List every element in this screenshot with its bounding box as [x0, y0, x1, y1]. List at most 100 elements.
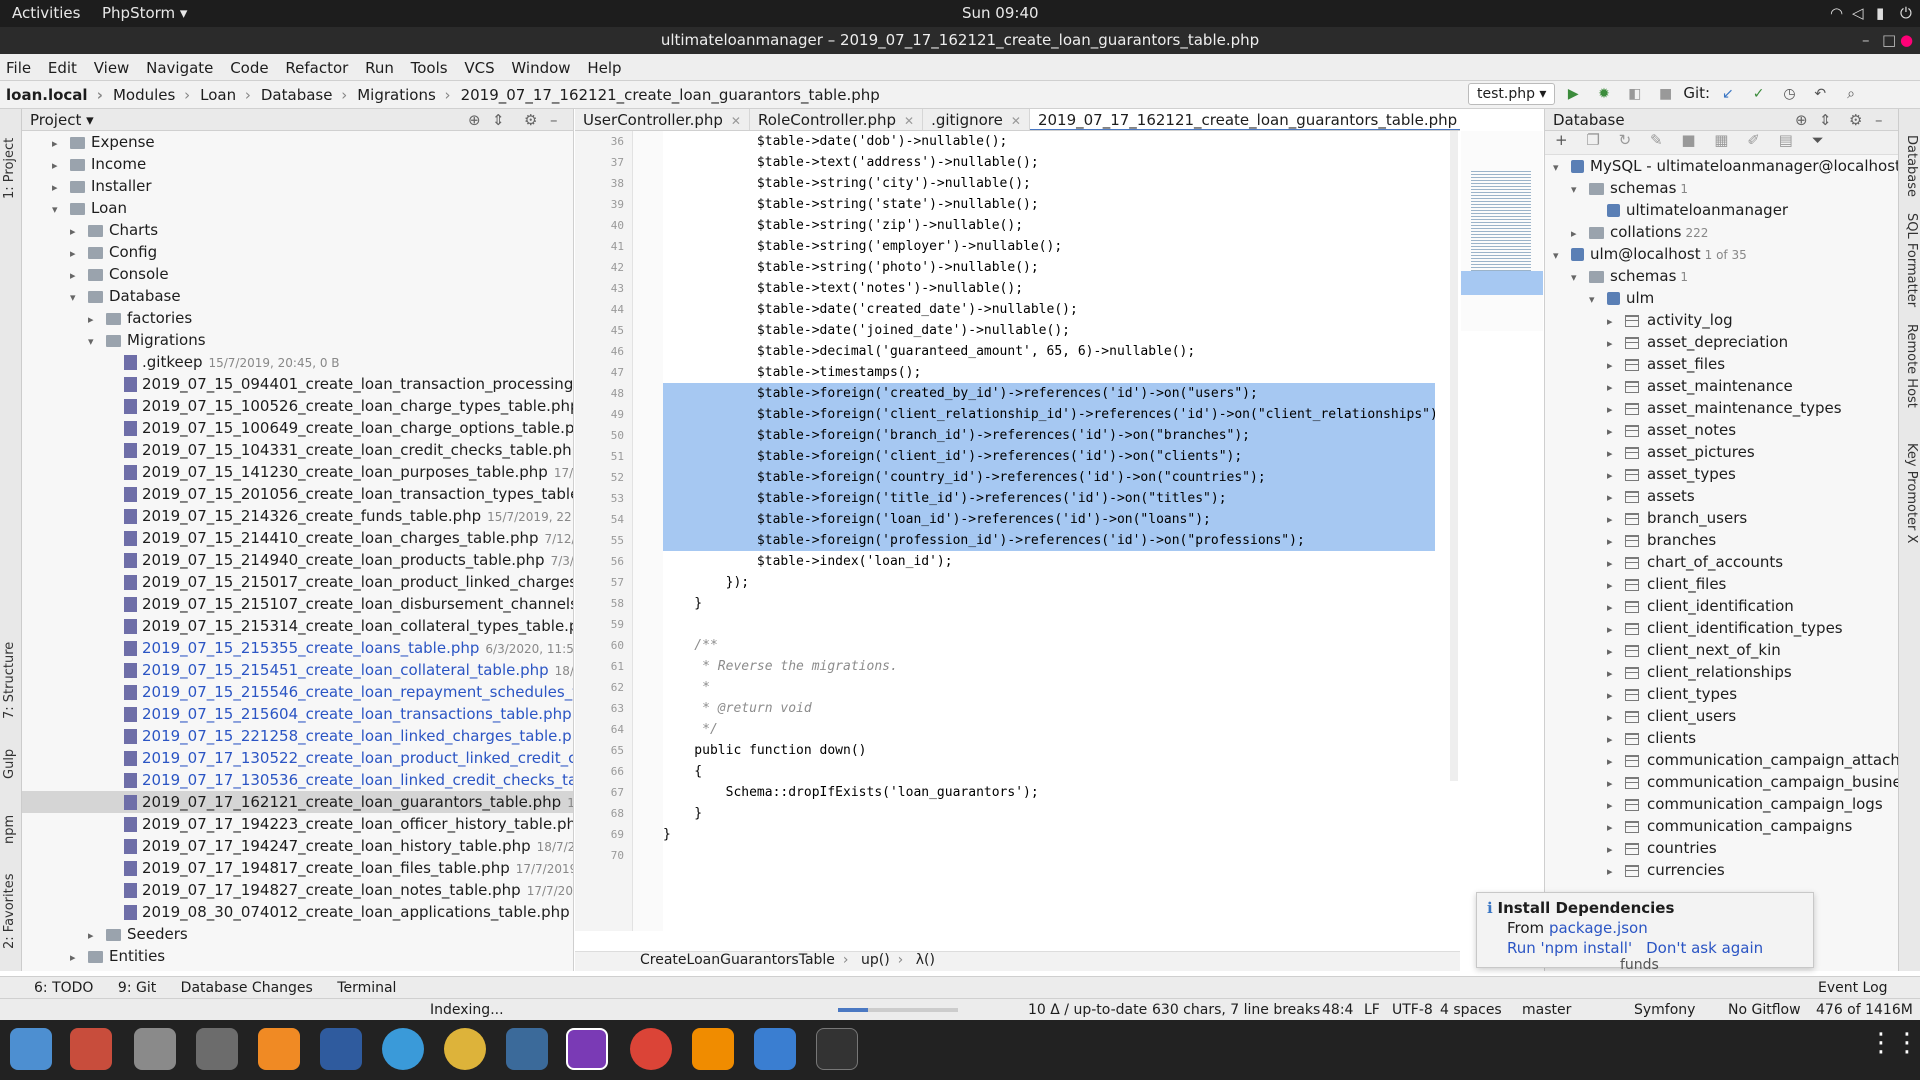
history-icon[interactable]: ◷	[1781, 86, 1797, 102]
git-tool-button[interactable]: 9: Git	[108, 977, 166, 996]
db-tree-item[interactable]: ▸ client_identification	[1545, 595, 1898, 617]
code-line[interactable]: $table->text('address')->nullable();	[663, 152, 1435, 173]
close-icon[interactable]: ●	[1900, 27, 1913, 54]
code-line[interactable]: $table->date('joined_date')->nullable();	[663, 320, 1435, 341]
gear-icon[interactable]: ⚙	[524, 111, 537, 129]
code-line[interactable]: $table->text('notes')->nullable();	[663, 278, 1435, 299]
db-collapse-icon[interactable]: ⇕	[1819, 111, 1832, 129]
db-gear-icon[interactable]: ⚙	[1849, 111, 1862, 129]
code-line[interactable]: }	[663, 824, 1435, 845]
tree-item[interactable]: 2019_07_17_194223_create_loan_officer_hi…	[22, 813, 573, 835]
dont-ask-again-link[interactable]: Don't ask again	[1646, 939, 1763, 957]
db-tree-arrow-icon[interactable]: ▸	[1607, 751, 1619, 771]
tree-arrow-icon[interactable]: ▾	[88, 331, 100, 351]
code-line[interactable]: Schema::dropIfExists('loan_guarantors');	[663, 782, 1435, 803]
menu-edit[interactable]: Edit	[42, 54, 83, 77]
code-crumb-class[interactable]: CreateLoanGuarantorsTable	[640, 952, 835, 968]
tree-item[interactable]: 2019_07_15_214940_create_loan_products_t…	[22, 549, 573, 571]
db-tree-item[interactable]: ▸ asset_depreciation	[1545, 331, 1898, 353]
sql-formatter-tool-button[interactable]: SQL Formatter	[1904, 213, 1919, 307]
file-encoding[interactable]: UTF-8	[1392, 1002, 1433, 1018]
vlc-icon[interactable]	[692, 1028, 734, 1070]
db-tree-arrow-icon[interactable]: ▸	[1607, 553, 1619, 573]
db-tree-arrow-icon[interactable]: ▸	[1607, 729, 1619, 749]
tree-item[interactable]: ▾ Database	[22, 285, 573, 307]
run-config-select[interactable]: test.php ▾	[1468, 83, 1556, 105]
add-icon[interactable]: +	[1555, 131, 1568, 149]
db-tree-item[interactable]: ▸ asset_pictures	[1545, 441, 1898, 463]
todo-tool-button[interactable]: 6: TODO	[24, 977, 103, 996]
remote-host-tool-button[interactable]: Remote Host	[1904, 324, 1919, 408]
clock[interactable]: Sun 09:40	[962, 4, 1039, 22]
db-tree-arrow-icon[interactable]: ▸	[1607, 443, 1619, 463]
code-line[interactable]	[663, 845, 1435, 866]
menu-vcs[interactable]: VCS	[458, 54, 500, 77]
tree-item[interactable]: .gitkeep 15/7/2019, 20:45, 0 B	[22, 351, 573, 373]
stop-icon[interactable]: ■	[1658, 86, 1674, 102]
tree-arrow-icon[interactable]: ▸	[70, 243, 82, 263]
tree-arrow-icon[interactable]: ▸	[88, 925, 100, 945]
tree-arrow-icon[interactable]: ▸	[88, 309, 100, 329]
db-tree-item[interactable]: ▸ asset_notes	[1545, 419, 1898, 441]
tree-arrow-icon[interactable]: ▸	[52, 177, 64, 197]
db-tree-item[interactable]: ▸ client_users	[1545, 705, 1898, 727]
gitflow-status[interactable]: No Gitflow	[1728, 1002, 1801, 1018]
db-tree-item[interactable]: ▸ asset_maintenance	[1545, 375, 1898, 397]
transmission-icon[interactable]	[754, 1028, 796, 1070]
chrome-icon[interactable]	[630, 1028, 672, 1070]
db-tree-item[interactable]: ▸ countries	[1545, 837, 1898, 859]
sublime-icon[interactable]	[258, 1028, 300, 1070]
code-line[interactable]: * @return void	[663, 698, 1435, 719]
tree-arrow-icon[interactable]: ▸	[52, 155, 64, 175]
rollback-icon[interactable]: ↶	[1812, 86, 1828, 102]
db-tree-arrow-icon[interactable]: ▸	[1607, 531, 1619, 551]
menu-navigate[interactable]: Navigate	[140, 54, 219, 77]
db-tree-item[interactable]: ultimateloanmanager	[1545, 199, 1898, 221]
code-line[interactable]: $table->foreign('created_by_id')->refere…	[663, 383, 1435, 404]
battery-icon[interactable]: ▮	[1876, 4, 1884, 22]
db-tree-item[interactable]: ▸ clients	[1545, 727, 1898, 749]
db-tree-arrow-icon[interactable]: ▾	[1571, 179, 1583, 199]
db-tree-arrow-icon[interactable]: ▸	[1607, 509, 1619, 529]
terminal-icon[interactable]	[816, 1028, 858, 1070]
menu-help[interactable]: Help	[581, 54, 627, 77]
db-tree-item[interactable]: ▾ ulm	[1545, 287, 1898, 309]
db-tree-arrow-icon[interactable]: ▸	[1607, 421, 1619, 441]
refresh-icon[interactable]: ↻	[1619, 131, 1632, 149]
db-tree-arrow-icon[interactable]: ▸	[1607, 399, 1619, 419]
console-icon[interactable]: ▤	[1779, 131, 1793, 149]
tree-item[interactable]: 2019_07_17_130522_create_loan_product_li…	[22, 747, 573, 769]
caret-position[interactable]: 48:4	[1322, 1002, 1353, 1018]
power-icon[interactable]: ⏻	[1900, 4, 1912, 22]
db-tree-item[interactable]: ▸ assets	[1545, 485, 1898, 507]
db-tree-arrow-icon[interactable]: ▸	[1607, 465, 1619, 485]
locate-icon[interactable]: ⊕	[468, 111, 481, 129]
memory-indicator[interactable]: 476 of 1416M	[1816, 1002, 1913, 1018]
git-branch[interactable]: master	[1522, 1002, 1571, 1018]
filter-icon[interactable]: ⏷	[1812, 131, 1824, 149]
tree-item[interactable]: ▸ Console	[22, 263, 573, 285]
tree-item[interactable]: ▾ Loan	[22, 197, 573, 219]
tree-arrow-icon[interactable]: ▸	[52, 133, 64, 153]
code-line[interactable]: $table->foreign('title_id')->references(…	[663, 488, 1435, 509]
db-tree-arrow-icon[interactable]: ▸	[1607, 773, 1619, 793]
db-tree-arrow-icon[interactable]: ▸	[1607, 817, 1619, 837]
framework-status[interactable]: Symfony	[1634, 1002, 1695, 1018]
code-line[interactable]: $table->timestamps();	[663, 362, 1435, 383]
run-npm-install-link[interactable]: Run 'npm install'	[1507, 939, 1632, 957]
menu-file[interactable]: File	[0, 54, 37, 77]
tree-item[interactable]: 2019_07_15_215314_create_loan_collateral…	[22, 615, 573, 637]
properties-icon[interactable]: ✎	[1650, 131, 1663, 149]
code-line[interactable]: $table->date('created_date')->nullable()…	[663, 299, 1435, 320]
activities-button[interactable]: Activities	[12, 4, 80, 22]
db-tree-arrow-icon[interactable]: ▸	[1607, 597, 1619, 617]
db-tree-item[interactable]: ▸ client_identification_types	[1545, 617, 1898, 639]
stop-db-icon[interactable]: ■	[1681, 131, 1695, 149]
tree-item[interactable]: 2019_07_15_104331_create_loan_credit_che…	[22, 439, 573, 461]
code-line[interactable]: $table->foreign('profession_id')->refere…	[663, 530, 1435, 551]
minimize-icon[interactable]: –	[1862, 27, 1870, 54]
breadcrumb-root[interactable]: loan.local	[0, 81, 107, 104]
breadcrumb-item[interactable]: Database	[255, 81, 351, 104]
tree-item[interactable]: ▸ Expense	[22, 131, 573, 153]
db-tree-arrow-icon[interactable]: ▾	[1571, 267, 1583, 287]
